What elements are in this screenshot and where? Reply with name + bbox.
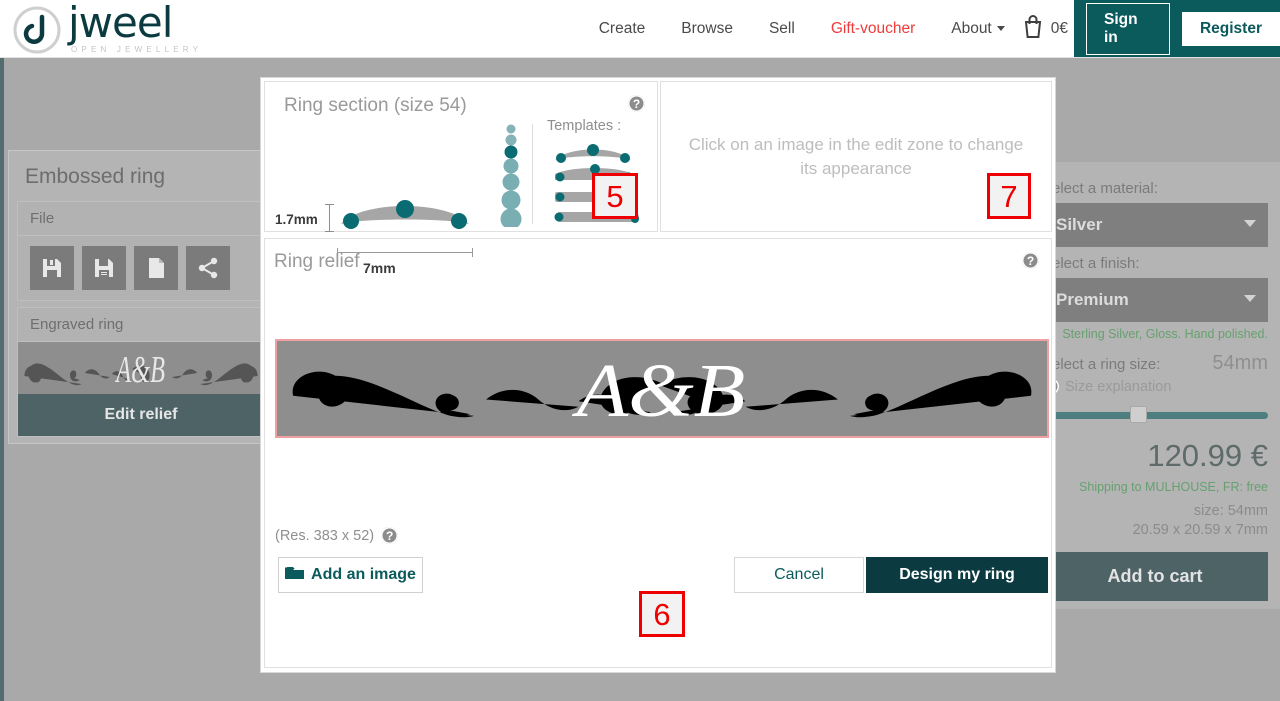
main-navigation: Create Browse Sell Gift-voucher About 0€: [581, 0, 1072, 57]
annotation-badge-6: 6: [639, 591, 685, 637]
finish-description: Sterling Silver, Gloss. Hand polished.: [1062, 327, 1268, 341]
nav-item-create[interactable]: Create: [581, 0, 664, 57]
resolution-label: (Res. 383 x 52): [275, 527, 375, 544]
workspace-left-edge: [0, 58, 4, 701]
modal-top-row: Ring section (size 54) ? 1.7mm 7mm Templ…: [261, 78, 1055, 276]
finish-value: Premium: [1056, 290, 1129, 309]
templates-label: Templates :: [546, 117, 622, 134]
save-icon[interactable]: [30, 246, 74, 290]
nav-item-gift-voucher[interactable]: Gift-voucher: [813, 0, 933, 57]
chevron-down-icon: [996, 26, 1005, 32]
height-dimension-label: 1.7mm: [275, 212, 318, 227]
folder-icon: [285, 565, 305, 585]
auth-actions: Sign in Register: [1074, 0, 1280, 57]
size-dots-column[interactable]: [489, 121, 532, 227]
price-value: 120.99 €: [1147, 438, 1268, 473]
chevron-down-icon: [1244, 220, 1256, 227]
slider-track: [1042, 412, 1268, 419]
site-header: jweel OPEN JEWELLERY Create Browse Sell …: [0, 0, 1280, 58]
nav-item-sell[interactable]: Sell: [751, 0, 813, 57]
ring-size-value: 54mm: [1212, 352, 1268, 374]
file-group-label: File: [18, 202, 264, 236]
chevron-down-icon: [1244, 295, 1256, 302]
help-icon[interactable]: ?: [1022, 252, 1039, 269]
shopping-bag-icon: [1021, 13, 1045, 44]
logo-wordmark: jweel: [68, 0, 173, 47]
height-dimension-bar: [325, 204, 334, 232]
annotation-badge-7: 7: [987, 173, 1031, 219]
ring-relief-title: Ring relief: [274, 251, 360, 272]
engraved-ring-group: Engraved ring A&B Edit relief: [17, 307, 265, 437]
dimensions-info: size: 54mm 20.59 x 20.59 x 7mm: [1042, 502, 1268, 540]
annotation-badge-5: 5: [592, 173, 638, 219]
ring-profile-shape[interactable]: [337, 196, 473, 230]
svg-text:A&B: A&B: [115, 349, 165, 391]
help-icon[interactable]: ?: [628, 95, 645, 112]
slider-handle[interactable]: [1130, 406, 1147, 423]
new-file-icon[interactable]: [134, 246, 178, 290]
right-options-panel: Select a material: Silver Select a finis…: [1030, 162, 1280, 609]
site-logo[interactable]: jweel OPEN JEWELLERY: [12, 0, 203, 56]
size-explanation-label: Size explanation: [1065, 378, 1172, 395]
resolution-info: (Res. 383 x 52) ?: [275, 527, 399, 544]
size-explanation-link[interactable]: ? Size explanation: [1042, 378, 1268, 395]
material-select[interactable]: Silver: [1042, 203, 1268, 247]
sign-in-button[interactable]: Sign in: [1086, 2, 1170, 55]
nav-item-about[interactable]: About: [933, 0, 1013, 57]
relief-edit-zone[interactable]: A&B: [275, 339, 1049, 438]
logo-tagline: OPEN JEWELLERY: [71, 45, 203, 54]
relief-artwork[interactable]: A&B: [277, 341, 1047, 436]
engraved-ring-label: Engraved ring: [18, 308, 264, 342]
cancel-button[interactable]: Cancel: [734, 557, 864, 593]
left-panel-title: Embossed ring: [25, 165, 166, 188]
dimension-size: size: 54mm: [1193, 503, 1268, 519]
ring-editor-modal: Ring section (size 54) ? 1.7mm 7mm Templ…: [260, 77, 1056, 673]
cart-widget[interactable]: 0€: [1021, 13, 1068, 44]
ring-size-row: Select a ring size: 54mm: [1042, 348, 1268, 375]
edit-relief-button[interactable]: Edit relief: [18, 394, 264, 436]
nav-item-browse[interactable]: Browse: [663, 0, 751, 57]
finish-select[interactable]: Premium: [1042, 278, 1268, 322]
ring-size-slider[interactable]: [1042, 406, 1268, 423]
page-root: jweel OPEN JEWELLERY Create Browse Sell …: [0, 0, 1280, 701]
shipping-info: Shipping to MULHOUSE, FR: free: [1079, 480, 1268, 494]
add-image-label: Add an image: [311, 566, 416, 583]
template-dome: [554, 143, 631, 163]
ring-section-title: Ring section (size 54): [284, 95, 467, 116]
relief-thumbnail[interactable]: A&B: [18, 342, 264, 394]
cart-amount: 0€: [1050, 19, 1068, 37]
jweel-logo-icon: [12, 5, 62, 55]
save-as-icon[interactable]: [82, 246, 126, 290]
finish-label: Select a finish:: [1042, 255, 1140, 272]
material-value: Silver: [1056, 215, 1103, 234]
nav-about-label: About: [951, 20, 992, 37]
ring-size-label: Select a ring size:: [1042, 356, 1161, 373]
material-label: Select a material:: [1042, 180, 1158, 197]
register-button[interactable]: Register: [1181, 11, 1280, 46]
dimension-box: 20.59 x 20.59 x 7mm: [1132, 522, 1268, 538]
add-image-button[interactable]: Add an image: [278, 557, 423, 593]
file-icon-row: [18, 236, 264, 300]
share-icon[interactable]: [186, 246, 230, 290]
file-group: File: [17, 201, 265, 301]
design-my-ring-button[interactable]: Design my ring: [866, 557, 1048, 593]
left-tool-panel: Embossed ring File Engraved ring A&B Edi…: [8, 150, 274, 444]
relief-text-label: A&B: [571, 348, 745, 433]
add-to-cart-button[interactable]: Add to cart: [1042, 552, 1268, 601]
help-icon[interactable]: ?: [381, 527, 399, 544]
